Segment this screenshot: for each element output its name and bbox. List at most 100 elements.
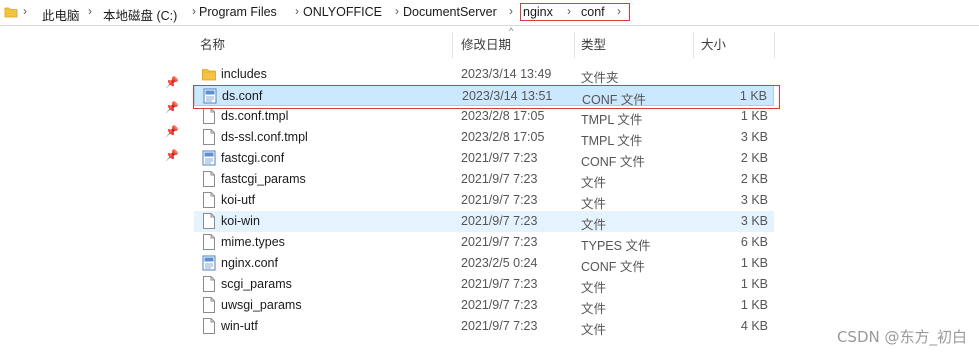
column-divider[interactable] [452, 32, 453, 58]
file-row[interactable]: ds-ssl.conf.tmpl 2023/2/8 17:05 TMPL 文件 3 K… [194, 127, 774, 148]
file-name: scgi_params [221, 277, 292, 291]
file-date: 2021/9/7 7:23 [461, 172, 538, 186]
file-date: 2021/9/7 7:23 [461, 151, 538, 165]
file-date: 2023/2/8 17:05 [461, 130, 545, 144]
annotation-box-path [520, 3, 630, 21]
file-date: 2021/9/7 7:23 [461, 235, 538, 249]
file-size: 6 KB [740, 235, 768, 249]
config-file-icon [202, 255, 216, 271]
file-icon [202, 192, 216, 208]
column-divider[interactable] [774, 32, 775, 58]
file-name: koi-win [221, 214, 260, 228]
column-name[interactable]: 名称 [200, 30, 225, 60]
chevron-right-icon[interactable]: › [88, 4, 92, 18]
column-date[interactable]: 修改日期 [461, 30, 511, 60]
file-type: TMPL 文件 [581, 113, 643, 127]
file-size: 3 KB [740, 193, 768, 207]
pin-icon[interactable]: 📌 [165, 149, 179, 163]
file-date: 2021/9/7 7:23 [461, 298, 538, 312]
file-icon [202, 297, 216, 313]
file-type: TMPL 文件 [581, 134, 643, 148]
file-icon [202, 213, 216, 229]
breadcrumb-item[interactable]: DocumentServer [403, 5, 497, 19]
file-type: 文件 [581, 323, 607, 337]
file-size: 1 KB [740, 298, 768, 312]
file-type: 文件 [581, 176, 607, 190]
config-file-icon [202, 150, 216, 166]
file-type: CONF 文件 [581, 155, 645, 169]
column-divider[interactable] [693, 32, 694, 58]
file-type: 文件 [581, 197, 607, 211]
file-type: CONF 文件 [581, 260, 645, 274]
file-date: 2021/9/7 7:23 [461, 214, 538, 228]
breadcrumb-item[interactable]: Program Files [199, 5, 277, 19]
column-divider[interactable] [574, 32, 575, 58]
file-name: fastcgi.conf [221, 151, 285, 165]
file-date: 2021/9/7 7:23 [461, 193, 538, 207]
file-icon [202, 318, 216, 334]
file-type: 文件夹 [581, 71, 619, 85]
file-name: ds.conf.tmpl [221, 109, 289, 123]
file-name: includes [221, 67, 267, 81]
file-size: 2 KB [740, 151, 768, 165]
file-size: 1 KB [740, 109, 768, 123]
chevron-right-icon[interactable]: › [23, 4, 27, 18]
file-row[interactable]: mime.types 2021/9/7 7:23 TYPES 文件 6 KB [194, 232, 774, 253]
chevron-right-icon[interactable]: › [295, 4, 299, 18]
address-bar[interactable]: › 此电脑 › 本地磁盘 (C:) › Program Files › ONLYOFFICE… [0, 0, 979, 26]
column-header: 名称 ^ 修改日期 类型 大小 [190, 26, 775, 60]
folder-icon [202, 66, 216, 82]
file-row[interactable]: fastcgi.conf 2021/9/7 7:23 CONF 文件 2 KB [194, 148, 774, 169]
file-size: 3 KB [740, 214, 768, 228]
file-name: win-utf [221, 319, 258, 333]
file-name: nginx.conf [221, 256, 278, 270]
file-date: 2021/9/7 7:23 [461, 319, 538, 333]
file-date: 2021/9/7 7:23 [461, 277, 538, 291]
column-type[interactable]: 类型 [581, 30, 606, 60]
file-date: 2023/3/14 13:49 [461, 67, 552, 81]
pin-icon[interactable]: 📌 [165, 76, 179, 90]
file-row[interactable]: nginx.conf 2023/2/5 0:24 CONF 文件 1 KB [194, 253, 774, 274]
file-date: 2023/2/8 17:05 [461, 109, 545, 123]
file-row[interactable]: includes 2023/3/14 13:49 文件夹 [194, 64, 774, 85]
file-icon [202, 129, 216, 145]
file-type: 文件 [581, 218, 607, 232]
file-name: mime.types [221, 235, 285, 249]
file-icon [202, 171, 216, 187]
file-size: 2 KB [740, 172, 768, 186]
chevron-right-icon[interactable]: › [192, 4, 196, 18]
breadcrumb-item[interactable]: 此电脑 [42, 5, 80, 24]
file-icon [202, 276, 216, 292]
file-row[interactable]: scgi_params 2021/9/7 7:23 文件 1 KB [194, 274, 774, 295]
breadcrumb-item[interactable]: 本地磁盘 (C:) [103, 5, 177, 24]
file-name: fastcgi_params [221, 172, 306, 186]
column-size[interactable]: 大小 [701, 30, 726, 60]
file-row[interactable]: ds.conf.tmpl 2023/2/8 17:05 TMPL 文件 1 KB [194, 106, 774, 127]
file-name: koi-utf [221, 193, 256, 207]
chevron-right-icon[interactable]: › [509, 4, 513, 18]
annotation-box-row [193, 85, 780, 109]
file-size: 3 KB [740, 130, 768, 144]
pin-icon[interactable]: 📌 [165, 101, 179, 115]
file-size: 1 KB [740, 256, 768, 270]
file-size: 4 KB [740, 319, 768, 333]
breadcrumb-item[interactable]: ONLYOFFICE [303, 5, 382, 19]
folder-icon [4, 7, 18, 18]
file-date: 2023/2/5 0:24 [461, 256, 538, 270]
file-name: uwsgi_params [221, 298, 302, 312]
file-icon [202, 108, 216, 124]
file-type: TYPES 文件 [581, 239, 651, 253]
file-row[interactable]: fastcgi_params 2021/9/7 7:23 文件 2 KB [194, 169, 774, 190]
file-type: 文件 [581, 302, 607, 316]
file-row[interactable]: koi-utf 2021/9/7 7:23 文件 3 KB [194, 190, 774, 211]
pin-icon[interactable]: 📌 [165, 125, 179, 139]
file-row[interactable]: win-utf 2021/9/7 7:23 文件 4 KB [194, 316, 774, 337]
chevron-right-icon[interactable]: › [395, 4, 399, 18]
file-type: 文件 [581, 281, 607, 295]
file-icon [202, 234, 216, 250]
file-row[interactable]: koi-win 2021/9/7 7:23 文件 3 KB [194, 211, 774, 232]
file-size: 1 KB [740, 277, 768, 291]
watermark: CSDN @东方_初白 [836, 328, 967, 346]
file-row[interactable]: uwsgi_params 2021/9/7 7:23 文件 1 KB [194, 295, 774, 316]
file-name: ds-ssl.conf.tmpl [221, 130, 308, 144]
